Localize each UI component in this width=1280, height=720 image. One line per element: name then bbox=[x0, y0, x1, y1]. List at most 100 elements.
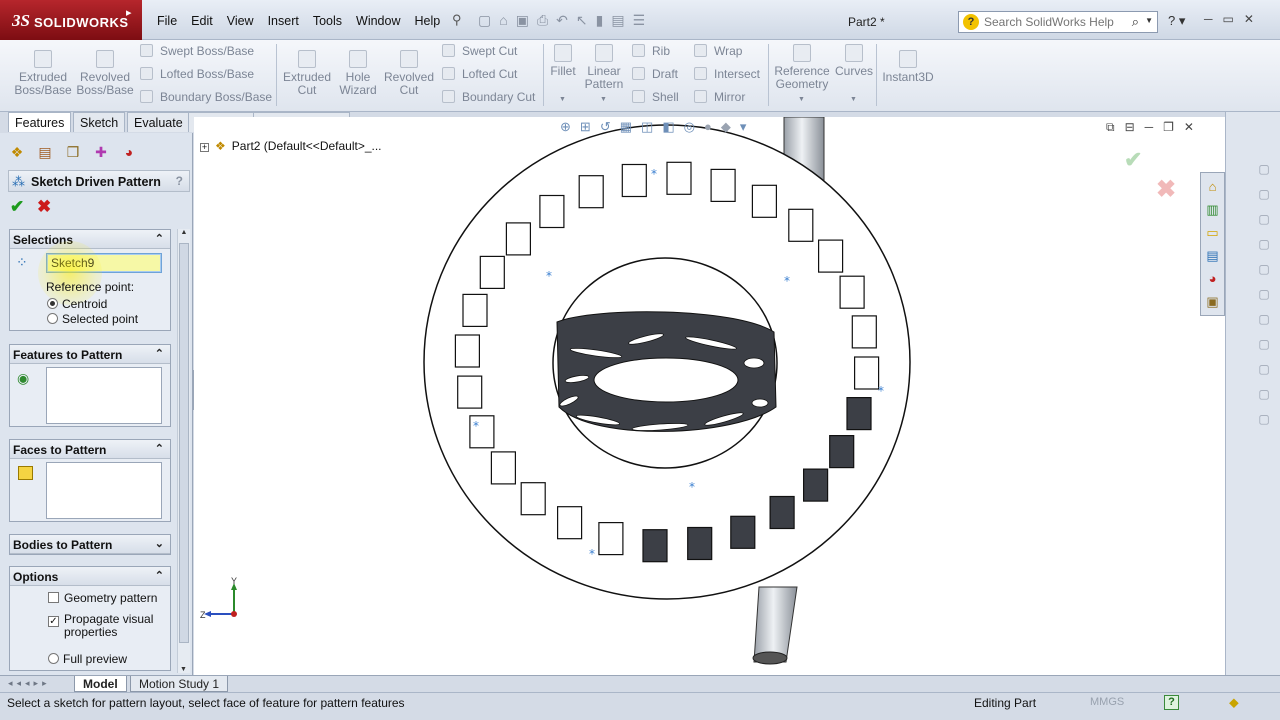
rib-button[interactable]: Rib bbox=[632, 44, 670, 58]
part-name[interactable]: Part2 (Default<<Default>_... bbox=[232, 139, 382, 153]
sketch-point-icon[interactable]: * bbox=[473, 419, 479, 433]
previous-view-icon[interactable]: ↺ bbox=[600, 119, 611, 135]
toolbar-icon[interactable]: ▢ bbox=[1256, 162, 1272, 178]
maximize-icon[interactable]: ▭ bbox=[1223, 12, 1234, 26]
hide-show-icon[interactable]: ◎ bbox=[684, 119, 695, 135]
scene-icon[interactable]: ◆ bbox=[721, 119, 731, 135]
zoom-to-area-icon[interactable]: ⊞ bbox=[580, 119, 591, 135]
toolbar-icon[interactable]: ▢ bbox=[1256, 212, 1272, 228]
feature-tree-icon[interactable]: ❖ bbox=[8, 143, 26, 161]
tab-scroll-icon[interactable]: ◂◂◂▸▸ bbox=[8, 678, 51, 689]
reference-geometry-button[interactable]: Reference Geometry bbox=[772, 44, 832, 91]
configuration-manager-icon[interactable]: ❒ bbox=[64, 143, 82, 161]
collapse-icon[interactable]: ⌃ bbox=[155, 232, 164, 245]
solidworks-resources-icon[interactable]: ⌂ bbox=[1203, 177, 1222, 196]
revolved-cut-button[interactable]: Revolved Cut bbox=[383, 50, 435, 97]
design-library-icon[interactable]: ▥ bbox=[1203, 200, 1222, 219]
geometry-pattern-option[interactable]: Geometry pattern bbox=[48, 591, 157, 605]
swept-boss-button[interactable]: Swept Boss/Base bbox=[140, 44, 254, 58]
quick-tips-icon[interactable]: ? bbox=[1164, 695, 1179, 710]
toolbar-icon[interactable]: ▢ bbox=[1256, 362, 1272, 378]
tab-sketch[interactable]: Sketch bbox=[73, 112, 126, 132]
confirmation-corner-ok-icon[interactable]: ✔ bbox=[1124, 147, 1142, 173]
tab-model[interactable]: Model bbox=[74, 676, 127, 692]
toolbar-icon[interactable]: ▢ bbox=[1256, 337, 1272, 353]
revolved-boss-button[interactable]: Revolved Boss/Base bbox=[76, 50, 134, 97]
sketch-point-icon[interactable]: * bbox=[689, 480, 695, 494]
new-icon[interactable]: ▢ bbox=[478, 12, 491, 29]
tile-icon[interactable]: ⧉ bbox=[1106, 120, 1115, 135]
centroid-option[interactable]: Centroid bbox=[47, 297, 107, 311]
viewport-minimize-icon[interactable]: ─ bbox=[1145, 120, 1154, 135]
hole-wizard-button[interactable]: Hole Wizard bbox=[334, 50, 382, 97]
features-to-pattern-header[interactable]: Features to Pattern ⌃ bbox=[10, 345, 170, 364]
centroid-radio[interactable] bbox=[47, 298, 58, 309]
file-explorer-icon[interactable]: ▭ bbox=[1203, 223, 1222, 242]
solidworks-logo[interactable]: 3S SOLIDWORKS ▸ bbox=[0, 0, 142, 40]
toolbar-icon[interactable]: ▢ bbox=[1256, 412, 1272, 428]
scroll-up-icon[interactable]: ▲ bbox=[178, 229, 190, 236]
cancel-button[interactable]: ✖ bbox=[37, 197, 51, 216]
full-preview-radio[interactable] bbox=[48, 653, 59, 664]
extruded-boss-button[interactable]: Extruded Boss/Base bbox=[14, 50, 72, 97]
search-icon[interactable]: ⌕ bbox=[1132, 14, 1139, 30]
tile-vertical-icon[interactable]: ⊟ bbox=[1125, 120, 1135, 135]
curves-dropdown-icon[interactable]: ▼ bbox=[850, 96, 857, 103]
rebuild-icon[interactable]: ▮ bbox=[596, 12, 604, 29]
dimxpert-manager-icon[interactable]: ✚ bbox=[92, 143, 110, 161]
swept-cut-button[interactable]: Swept Cut bbox=[442, 44, 517, 58]
reference-sketch-field[interactable]: Sketch9 bbox=[46, 253, 162, 273]
toolbar-icon[interactable]: ▢ bbox=[1256, 287, 1272, 303]
zoom-to-fit-icon[interactable]: ⊕ bbox=[560, 119, 571, 135]
selections-header[interactable]: Selections ⌃ bbox=[10, 230, 170, 249]
section-view-icon[interactable]: ▦ bbox=[620, 119, 632, 135]
features-to-pattern-list[interactable] bbox=[46, 367, 162, 424]
pin-icon[interactable]: ⚲ bbox=[452, 12, 462, 28]
menu-help[interactable]: Help bbox=[408, 14, 448, 28]
menu-file[interactable]: File bbox=[150, 14, 184, 28]
model-view[interactable]: * * * * * * * bbox=[194, 117, 1225, 675]
wrap-button[interactable]: Wrap bbox=[694, 44, 742, 58]
viewport-restore-icon[interactable]: ❐ bbox=[1163, 120, 1174, 135]
expand-icon[interactable]: + bbox=[200, 143, 209, 152]
help-search[interactable]: ? ⌕ ▼ bbox=[958, 11, 1158, 33]
menu-tools[interactable]: Tools bbox=[306, 14, 349, 28]
lofted-boss-button[interactable]: Lofted Boss/Base bbox=[140, 67, 254, 81]
faces-to-pattern-header[interactable]: Faces to Pattern ⌃ bbox=[10, 440, 170, 459]
view-palette-icon[interactable]: ▤ bbox=[1203, 246, 1222, 265]
tab-evaluate[interactable]: Evaluate bbox=[127, 112, 190, 132]
open-icon[interactable]: ⌂ bbox=[499, 12, 507, 29]
chevron-down-icon[interactable]: ▼ bbox=[1145, 16, 1153, 25]
mirror-button[interactable]: Mirror bbox=[694, 90, 745, 104]
sketch-point-icon[interactable]: * bbox=[784, 274, 790, 288]
collapse-icon[interactable]: ⌃ bbox=[155, 442, 164, 455]
help-icon[interactable]: ? ▾ bbox=[1168, 13, 1185, 29]
display-manager-icon[interactable]: ◕ bbox=[120, 143, 138, 161]
reference-geometry-dropdown-icon[interactable]: ▼ bbox=[798, 96, 805, 103]
boundary-cut-button[interactable]: Boundary Cut bbox=[442, 90, 535, 104]
sketch-point-icon[interactable]: * bbox=[651, 167, 657, 181]
propagate-checkbox[interactable]: ✓ bbox=[48, 616, 59, 627]
feature-tree-flyout[interactable]: + ❖ Part2 (Default<<Default>_... bbox=[200, 139, 382, 153]
toolbar-icon[interactable]: ▢ bbox=[1256, 237, 1272, 253]
scroll-down-icon[interactable]: ▼ bbox=[180, 666, 187, 673]
bodies-to-pattern-header[interactable]: Bodies to Pattern ⌄ bbox=[10, 535, 170, 554]
pattern-dropdown-icon[interactable]: ▼ bbox=[600, 96, 607, 103]
tags-icon[interactable]: ⬥ bbox=[1229, 694, 1239, 711]
confirmation-corner-cancel-icon[interactable]: ✖ bbox=[1156, 175, 1176, 204]
lofted-cut-button[interactable]: Lofted Cut bbox=[442, 67, 517, 81]
menu-window[interactable]: Window bbox=[349, 14, 407, 28]
property-manager-icon[interactable]: ▤ bbox=[36, 143, 54, 161]
close-icon[interactable]: ✕ bbox=[1244, 12, 1254, 26]
minimize-icon[interactable]: ─ bbox=[1204, 12, 1213, 26]
scroll-thumb[interactable] bbox=[179, 243, 189, 643]
viewport-close-icon[interactable]: ✕ bbox=[1184, 120, 1194, 135]
selected-point-radio[interactable] bbox=[47, 313, 58, 324]
collapse-icon[interactable]: ⌃ bbox=[155, 347, 164, 360]
panel-scrollbar[interactable]: ▲ ▼ bbox=[177, 229, 190, 673]
custom-properties-icon[interactable]: ▣ bbox=[1203, 292, 1222, 311]
full-preview-option[interactable]: Full preview bbox=[48, 652, 127, 666]
save-icon[interactable]: ▣ bbox=[516, 12, 529, 29]
view-settings-icon[interactable]: ▾ bbox=[740, 119, 747, 135]
fillet-dropdown-icon[interactable]: ▼ bbox=[559, 96, 566, 103]
